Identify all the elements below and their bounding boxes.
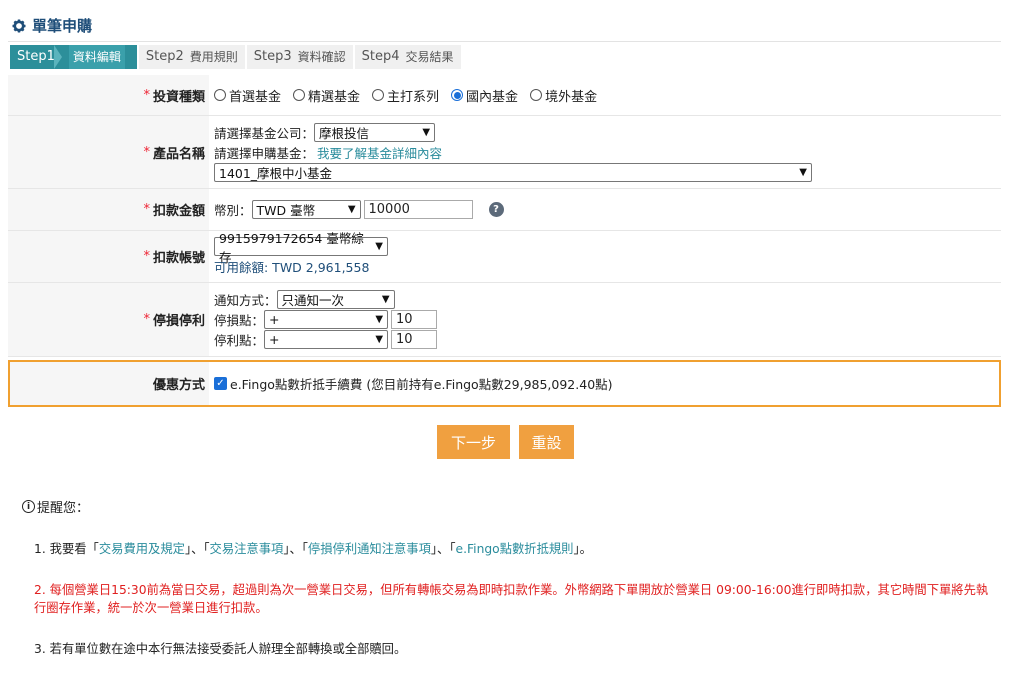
fund-select[interactable]: 1401_摩根中小基金 ▼ <box>214 162 812 182</box>
step-1: Step1 資料編輯 <box>10 45 137 69</box>
notice-item-2: 2. 每個營業日15:30前為當日交易，超過則為次一營業日交易，但所有轉帳交易為… <box>34 583 989 615</box>
discount-row: 優惠方式 ✓ e.Fingo點數折抵手續費 (您目前持有e.Fingo點數29,… <box>8 360 1001 407</box>
radio-option-3[interactable]: 主打系列 <box>372 86 439 105</box>
step-indicator: Step1 資料編輯 Step2 費用規則 Step3 資料確認 Step4 交易結果 <box>10 45 463 69</box>
purchase-form: * 投資種類 首選基金 精選基金 主打系列 國內基金 境外基金 * 產品名稱 請選擇… <box>8 75 1001 407</box>
company-prompt: 請選擇基金公司： <box>214 125 315 141</box>
step-2: Step2 費用規則 <box>138 45 245 69</box>
profit-input[interactable]: 10 <box>391 330 438 349</box>
investment-type-radios: 首選基金 精選基金 主打系列 國內基金 境外基金 <box>214 86 1001 105</box>
radio-icon[interactable] <box>293 89 306 101</box>
stop-notice-link[interactable]: 停損停利通知注意事項 <box>308 542 431 556</box>
notice-list: 1. 我要看「交易費用及規定」、「交易注意事項」、「停損停利通知注意事項」、「e… <box>34 540 994 681</box>
radio-option-2[interactable]: 精選基金 <box>293 86 360 105</box>
account-row: * 扣款帳號 9915979172654 臺幣綜存 ▼ 可用餘額: TWD 2,96… <box>8 231 1001 283</box>
profit-sign-select[interactable]: + ▼ <box>264 330 389 349</box>
page-title: 單筆申購 <box>32 17 93 35</box>
available-balance: 可用餘額: TWD 2,961,558 <box>214 260 370 275</box>
fund-detail-link[interactable]: 我要了解基金詳細內容 <box>317 143 442 162</box>
trade-notes-link[interactable]: 交易注意事項 <box>210 542 284 556</box>
notice-heading: i 提醒您： <box>22 497 89 516</box>
reset-button[interactable]: 重設 <box>519 425 574 459</box>
amount-label: 扣款金額 <box>152 204 205 219</box>
step-4: Step4 交易結果 <box>354 45 461 69</box>
stop-row: * 停損停利 通知方式： 只通知一次 ▼ 停損點： + ▼ 10 停利點： + ▼ 10 <box>8 283 1001 357</box>
chevron-down-icon: ▼ <box>799 166 807 178</box>
currency-select[interactable]: TWD 臺幣 ▼ <box>251 200 361 219</box>
loss-sign-select[interactable]: + ▼ <box>264 310 389 329</box>
radio-option-5[interactable]: 境外基金 <box>530 86 597 105</box>
stop-label: 停損停利 <box>152 314 205 329</box>
product-row: * 產品名稱 請選擇基金公司： 摩根投信 ▼ 請選擇申購基金： 我要了解基金詳細內容… <box>8 116 1001 189</box>
notify-prompt: 通知方式： <box>214 293 277 308</box>
currency-prompt: 幣別： <box>214 203 252 218</box>
radio-selected-icon[interactable] <box>451 89 464 101</box>
chevron-down-icon: ▼ <box>347 204 356 215</box>
account-label: 扣款帳號 <box>152 251 205 266</box>
notice-item-1: 1. 我要看「交易費用及規定」、「交易注意事項」、「停損停利通知注意事項」、「e… <box>34 542 592 556</box>
page-header: 單筆申購 <box>8 10 1001 42</box>
chevron-down-icon: ▼ <box>381 294 390 305</box>
profit-prompt: 停利點： <box>214 333 265 348</box>
product-label: 產品名稱 <box>152 146 205 162</box>
radio-option-1[interactable]: 首選基金 <box>214 86 281 105</box>
efingo-rules-link[interactable]: e.Fingo點數折抵規則 <box>456 542 574 556</box>
chevron-down-icon: ▼ <box>375 314 384 325</box>
gear-icon <box>12 19 26 33</box>
fund-prompt: 請選擇申購基金： <box>214 145 315 161</box>
company-select[interactable]: 摩根投信 ▼ <box>314 122 436 142</box>
account-select[interactable]: 9915979172654 臺幣綜存 ▼ <box>214 231 388 265</box>
investment-type-row: * 投資種類 首選基金 精選基金 主打系列 國內基金 境外基金 <box>8 75 1001 116</box>
checkbox-checked-icon[interactable]: ✓ <box>214 377 227 390</box>
loss-prompt: 停損點： <box>214 313 265 328</box>
discount-text: e.Fingo點數折抵手續費 (您目前持有e.Fingo點數29,985,092… <box>230 377 613 392</box>
info-icon: i <box>22 500 35 513</box>
loss-input[interactable]: 10 <box>391 310 438 329</box>
notice-item-3: 3. 若有單位數在途中本行無法接受委託人辦理全部轉換或全部贖回。 <box>34 642 407 656</box>
help-icon[interactable]: ? <box>488 202 504 217</box>
discount-label: 優惠方式 <box>152 378 205 393</box>
chevron-down-icon: ▼ <box>422 126 431 138</box>
radio-icon[interactable] <box>530 89 543 101</box>
amount-row: * 扣款金額 幣別： TWD 臺幣 ▼ 10000 ? <box>8 189 1001 231</box>
radio-option-4[interactable]: 國內基金 <box>451 86 518 105</box>
step-3: Step3 資料確認 <box>246 45 353 69</box>
action-buttons: 下一步 重設 <box>0 425 1009 459</box>
amount-input[interactable]: 10000 <box>363 200 473 219</box>
notify-select[interactable]: 只通知一次 ▼ <box>276 290 395 309</box>
investment-type-label: 投資種類 <box>152 89 205 105</box>
next-button[interactable]: 下一步 <box>437 425 510 459</box>
chevron-down-icon: ▼ <box>375 334 384 345</box>
radio-icon[interactable] <box>372 89 385 101</box>
fee-rules-link[interactable]: 交易費用及規定 <box>99 542 185 556</box>
radio-icon[interactable] <box>214 89 226 101</box>
chevron-down-icon: ▼ <box>375 241 383 252</box>
